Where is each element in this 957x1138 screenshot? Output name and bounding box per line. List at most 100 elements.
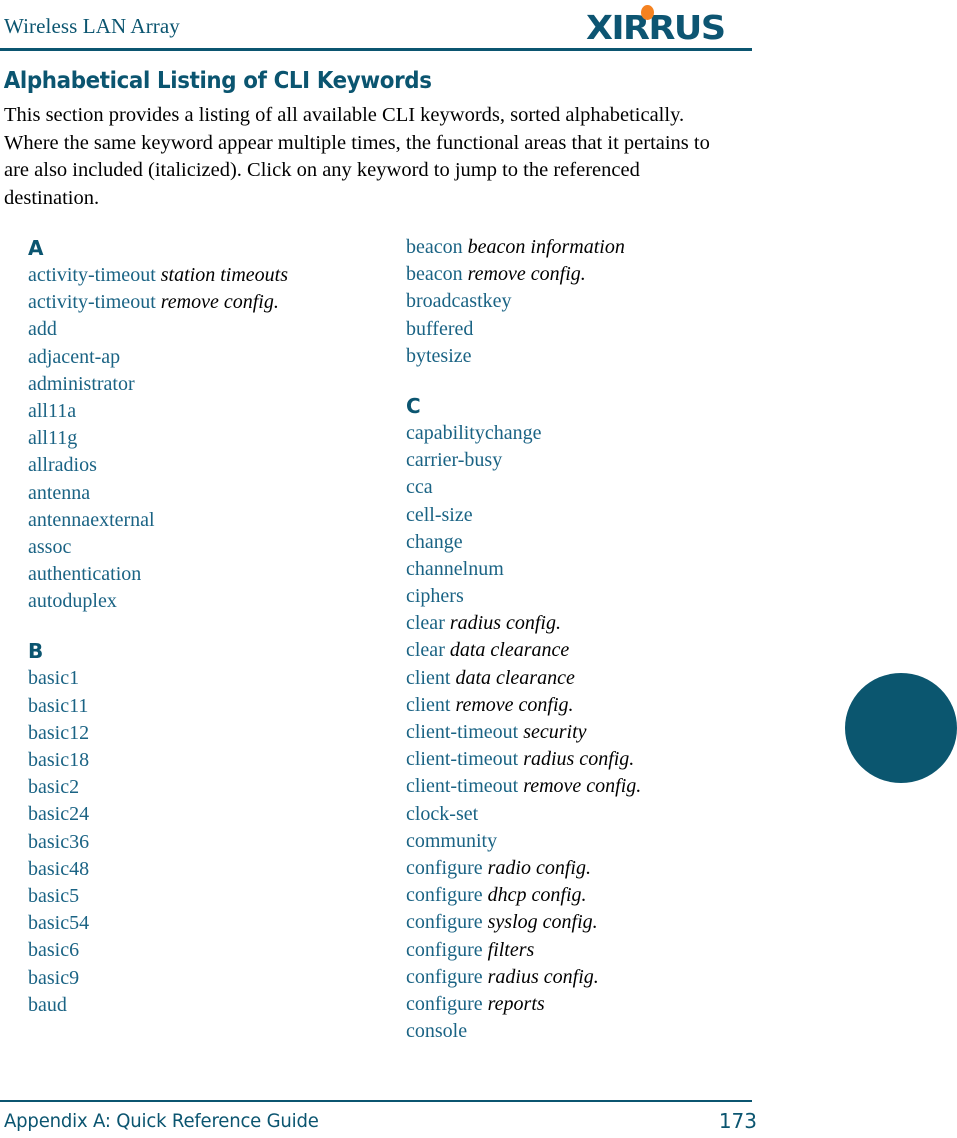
keyword-functional-area: radius config. — [523, 748, 635, 771]
keyword-link[interactable]: allradios — [28, 452, 378, 479]
keyword-link[interactable]: activity-timeout remove config. — [28, 289, 378, 316]
keyword-link[interactable]: basic12 — [28, 720, 378, 747]
keyword-link[interactable]: configure radio config. — [406, 855, 756, 882]
keyword-label: all11a — [28, 399, 77, 422]
keyword-link[interactable]: capabilitychange — [406, 420, 756, 447]
keyword-link[interactable]: configure filters — [406, 937, 756, 964]
keyword-functional-area: radius config. — [449, 612, 561, 635]
keyword-functional-area: security — [523, 721, 587, 743]
keyword-link[interactable]: client-timeout radius config. — [406, 746, 756, 773]
keyword-link[interactable]: administrator — [28, 371, 378, 398]
xirrus-wordmark: XIRRUS — [586, 8, 726, 47]
keyword-label: basic9 — [28, 966, 80, 989]
keyword-link[interactable]: community — [406, 828, 756, 855]
keyword-functional-area: station timeouts — [160, 264, 288, 286]
keyword-functional-area: radio config. — [487, 856, 591, 879]
keyword-link[interactable]: client data clearance — [406, 665, 756, 692]
keyword-label: client — [406, 693, 451, 716]
keyword-link[interactable]: console — [406, 1018, 756, 1045]
keyword-label: console — [406, 1020, 468, 1043]
keyword-label: basic1 — [28, 667, 80, 690]
keyword-functional-area: remove config. — [467, 263, 586, 286]
keyword-link[interactable]: basic9 — [28, 965, 378, 992]
keyword-column-left: Aactivity-timeout station timeouts activi… — [28, 234, 378, 1019]
keyword-link[interactable]: basic54 — [28, 910, 378, 937]
keyword-label: broadcastkey — [406, 290, 512, 313]
keyword-link[interactable]: basic24 — [28, 801, 378, 828]
keyword-functional-area: remove config. — [160, 291, 279, 314]
keyword-link[interactable]: configure radius config. — [406, 964, 756, 991]
keyword-link[interactable]: all11g — [28, 425, 378, 452]
keyword-functional-area: reports — [487, 992, 545, 1015]
keyword-label: client — [406, 666, 451, 689]
keyword-link[interactable]: client-timeout remove config. — [406, 773, 756, 800]
keyword-link[interactable]: adjacent-ap — [28, 344, 378, 371]
keyword-link[interactable]: clock-set — [406, 801, 756, 828]
keyword-link[interactable]: client remove config. — [406, 692, 756, 719]
keyword-label: basic6 — [28, 939, 80, 962]
keyword-functional-area: radius config. — [487, 965, 599, 988]
keyword-link[interactable]: cca — [406, 474, 756, 501]
keyword-link[interactable]: antenna — [28, 480, 378, 507]
keyword-label: configure — [406, 938, 483, 961]
keyword-label: buffered — [406, 317, 474, 340]
keyword-link[interactable]: clear data clearance — [406, 637, 756, 664]
keyword-link[interactable]: bytesize — [406, 343, 756, 370]
keyword-link[interactable]: basic5 — [28, 883, 378, 910]
intro-paragraph: This section provides a listing of all a… — [4, 104, 710, 209]
keyword-functional-area: syslog config. — [487, 911, 598, 934]
keyword-link[interactable]: channelnum — [406, 556, 756, 583]
keyword-link[interactable]: beacon remove config. — [406, 261, 756, 288]
keyword-link[interactable]: client-timeout security — [406, 719, 756, 746]
keyword-link[interactable]: basic1 — [28, 665, 378, 692]
keyword-link[interactable]: configure dhcp config. — [406, 882, 756, 909]
keyword-label: all11g — [28, 427, 78, 450]
keyword-link[interactable]: authentication — [28, 561, 378, 588]
keyword-label: change — [406, 530, 463, 553]
keyword-link[interactable]: add — [28, 316, 378, 343]
keyword-link[interactable]: broadcastkey — [406, 288, 756, 315]
keyword-link[interactable]: basic18 — [28, 747, 378, 774]
keyword-link[interactable]: basic11 — [28, 693, 378, 720]
running-header-title: Wireless LAN Array — [4, 14, 180, 38]
keyword-label: beacon — [406, 236, 463, 258]
keyword-label: beacon — [406, 263, 463, 286]
keyword-link[interactable]: autoduplex — [28, 588, 378, 615]
keyword-label: configure — [406, 856, 483, 879]
keyword-link[interactable]: carrier-busy — [406, 447, 756, 474]
keyword-link[interactable]: buffered — [406, 316, 756, 343]
keyword-label: authentication — [28, 563, 142, 586]
keyword-link[interactable]: configure reports — [406, 991, 756, 1018]
page-number: 173 — [718, 1109, 757, 1133]
page-title: Alphabetical Listing of CLI Keywords — [3, 68, 432, 94]
keyword-label: cell-size — [406, 503, 473, 526]
keyword-link[interactable]: beacon beacon information — [406, 234, 756, 261]
keyword-label: cca — [406, 476, 433, 499]
keyword-link[interactable]: basic48 — [28, 856, 378, 883]
keyword-link[interactable]: change — [406, 529, 756, 556]
keyword-link[interactable]: basic2 — [28, 774, 378, 801]
keyword-link[interactable]: ciphers — [406, 583, 756, 610]
keyword-label: administrator — [28, 372, 135, 395]
keyword-functional-area: filters — [487, 938, 535, 961]
keyword-link[interactable]: assoc — [28, 534, 378, 561]
keyword-link[interactable]: all11a — [28, 398, 378, 425]
keyword-link[interactable]: antennaexternal — [28, 507, 378, 534]
keyword-label: clear — [406, 639, 445, 662]
keyword-label: carrier-busy — [406, 449, 503, 472]
keyword-label: basic24 — [28, 803, 90, 826]
keyword-label: clock-set — [406, 802, 479, 825]
keyword-link[interactable]: cell-size — [406, 502, 756, 529]
keyword-link[interactable]: activity-timeout station timeouts — [28, 262, 378, 289]
keyword-functional-area: remove config. — [523, 775, 642, 798]
keyword-link[interactable]: basic36 — [28, 829, 378, 856]
keyword-label: baud — [28, 993, 67, 1016]
letter-heading-a: A — [28, 236, 44, 260]
keyword-link[interactable]: baud — [28, 992, 378, 1019]
letter-heading-b: B — [28, 639, 44, 664]
keyword-label: ciphers — [406, 585, 464, 608]
keyword-link[interactable]: clear radius config. — [406, 610, 756, 637]
keyword-link[interactable]: configure syslog config. — [406, 909, 756, 936]
keyword-link[interactable]: basic6 — [28, 937, 378, 964]
xirrus-logo: XIRRUS — [586, 5, 752, 51]
